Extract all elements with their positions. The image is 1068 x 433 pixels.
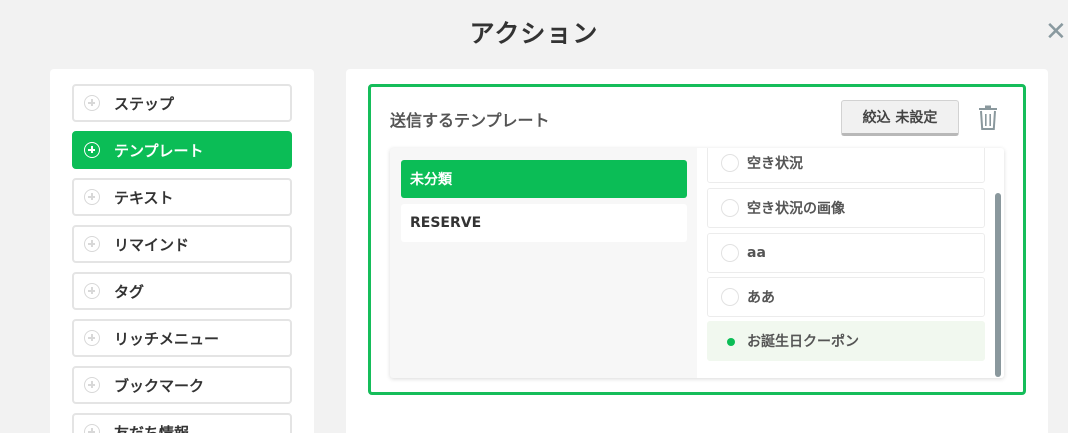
- radio-button[interactable]: [721, 244, 739, 262]
- trash-icon[interactable]: [976, 105, 1000, 131]
- scrollbar-thumb[interactable]: [995, 193, 1001, 377]
- template-item-label: お誕生日クーポン: [747, 334, 859, 350]
- plus-circle-icon: [84, 236, 100, 252]
- dialog-title: アクション: [469, 19, 599, 48]
- sidebar-item-rich-menu[interactable]: リッチメニュー: [72, 319, 292, 357]
- template-item[interactable]: ああ: [707, 277, 985, 317]
- template-item-label: ああ: [747, 290, 775, 306]
- sidebar-item-step[interactable]: ステップ: [72, 84, 292, 122]
- sidebar-item-bookmark[interactable]: ブックマーク: [72, 366, 292, 404]
- sidebar-item-tag[interactable]: タグ: [72, 272, 292, 310]
- template-picker: 未分類 RESERVE 空き状況 空き状況の画像 aa ああ お誕生日クーポン: [390, 148, 1004, 378]
- filter-button[interactable]: 絞込 未設定: [841, 100, 959, 136]
- sidebar-item-label: タグ: [114, 282, 145, 301]
- sidebar-item-friend-info[interactable]: 友だち情報: [72, 413, 292, 433]
- close-icon[interactable]: ✕: [1045, 18, 1068, 46]
- sidebar-item-text[interactable]: テキスト: [72, 178, 292, 216]
- radio-button[interactable]: [721, 154, 739, 172]
- category-list: 未分類 RESERVE: [401, 160, 687, 248]
- category-item-uncategorized[interactable]: 未分類: [401, 160, 687, 198]
- sidebar-item-label: テンプレート: [114, 141, 204, 160]
- plus-circle-icon: [84, 189, 100, 205]
- template-item[interactable]: 空き状況: [707, 148, 985, 183]
- template-item-label: 空き状況の画像: [747, 201, 845, 217]
- template-item[interactable]: 空き状況の画像: [707, 188, 985, 228]
- template-list: 空き状況 空き状況の画像 aa ああ お誕生日クーポン: [697, 148, 1004, 378]
- template-action-card: 送信するテンプレート 絞込 未設定 未分類 RESERVE 空き状況 空き状況の…: [368, 84, 1026, 395]
- radio-button-checked[interactable]: [721, 332, 739, 350]
- sidebar-item-label: テキスト: [114, 188, 174, 207]
- sidebar-item-remind[interactable]: リマインド: [72, 225, 292, 263]
- sidebar-item-template[interactable]: テンプレート: [72, 131, 292, 169]
- sidebar-item-label: ステップ: [114, 94, 175, 113]
- plus-circle-icon: [84, 377, 100, 393]
- plus-circle-icon: [84, 283, 100, 299]
- radio-button[interactable]: [721, 199, 739, 217]
- action-settings-panel: 送信するテンプレート 絞込 未設定 未分類 RESERVE 空き状況 空き状況の…: [346, 69, 1048, 433]
- sidebar-item-label: 友だち情報: [114, 423, 190, 433]
- template-item-selected[interactable]: お誕生日クーポン: [707, 321, 985, 361]
- template-item[interactable]: aa: [707, 233, 985, 273]
- plus-circle-icon: [84, 330, 100, 346]
- sidebar-item-label: リマインド: [114, 235, 190, 254]
- sidebar-item-label: ブックマーク: [114, 376, 205, 395]
- template-item-label: aa: [747, 245, 766, 261]
- plus-circle-icon: [84, 95, 100, 111]
- action-type-sidebar: ステップ テンプレート テキスト リマインド タグ リッチメニュー ブックマーク: [50, 69, 314, 433]
- radio-button[interactable]: [721, 288, 739, 306]
- category-item-reserve[interactable]: RESERVE: [401, 204, 687, 242]
- plus-circle-icon: [84, 424, 100, 433]
- section-title: 送信するテンプレート: [390, 111, 550, 130]
- plus-circle-icon: [84, 142, 100, 158]
- template-item-label: 空き状況: [747, 156, 803, 172]
- action-dialog: アクション ✕ ステップ テンプレート テキスト リマインド タグ リッチメニュ…: [0, 0, 1068, 433]
- sidebar-item-label: リッチメニュー: [114, 329, 220, 348]
